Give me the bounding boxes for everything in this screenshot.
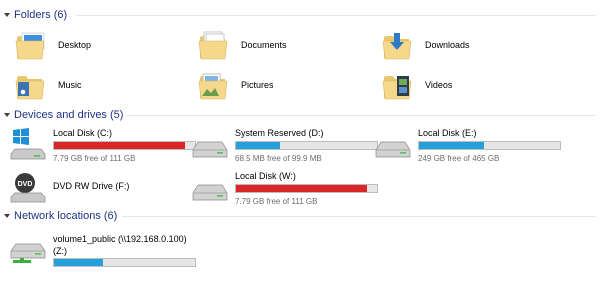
windows-drive-icon: [10, 128, 46, 160]
folder-item-pictures[interactable]: Pictures: [197, 68, 274, 102]
videos-folder-icon: [382, 76, 412, 100]
section-divider: [126, 115, 596, 116]
documents-folder-icon: [198, 31, 228, 60]
pictures-folder-icon: [198, 73, 228, 100]
drive-usage-fill: [236, 142, 280, 149]
folder-label: Downloads: [425, 40, 470, 50]
network-drive-letter: (Z:): [53, 246, 67, 256]
drive-name: System Reserved (D:): [235, 128, 324, 138]
drive-usage-bar: [418, 141, 561, 150]
music-folder-icon: [15, 76, 45, 100]
drive-free-space: 7.79 GB free of 111 GB: [235, 197, 318, 206]
network-drive-name: volume1_public (\\192.168.0.100): [53, 234, 187, 244]
folder-item-desktop[interactable]: Desktop: [14, 28, 91, 62]
hard-drive-icon: [192, 184, 228, 201]
folder-item-music[interactable]: Music: [14, 68, 82, 102]
network-section-title: Network locations (6): [14, 210, 118, 222]
svg-text:DVD: DVD: [18, 181, 33, 188]
section-divider: [76, 15, 596, 16]
drive-name: Local Disk (W:): [235, 171, 296, 181]
dvd-drive-icon: DVD: [10, 173, 46, 203]
devices-section-header[interactable]: Devices and drives (5): [2, 107, 123, 123]
hard-drive-icon: [375, 141, 411, 158]
drive-name: Local Disk (C:): [53, 128, 113, 138]
chevron-down-icon[interactable]: [2, 10, 12, 20]
drive-usage-bar: [235, 184, 378, 193]
drive-usage-fill: [419, 142, 484, 149]
drive-free-space: 68.5 MB free of 99.9 MB: [235, 154, 322, 163]
folder-label: Documents: [241, 40, 287, 50]
folder-label: Desktop: [58, 40, 92, 50]
chevron-down-icon[interactable]: [2, 110, 12, 120]
drive-name: DVD RW Drive (F:): [53, 181, 130, 191]
drive-usage-fill: [54, 259, 104, 266]
drive-name: Local Disk (E:): [418, 128, 477, 138]
folder-label: Pictures: [241, 80, 274, 90]
drive-usage-bar: [53, 141, 196, 150]
drive-free-space: 7.79 GB free of 111 GB: [53, 154, 136, 163]
drive-usage-bar: [53, 258, 196, 267]
devices-section-title: Devices and drives (5): [14, 109, 124, 121]
folders-section-header[interactable]: Folders (6): [2, 7, 67, 23]
folder-item-documents[interactable]: Documents: [197, 28, 287, 62]
folder-item-videos[interactable]: Videos: [381, 68, 452, 102]
network-section-header[interactable]: Network locations (6): [2, 208, 117, 224]
drive-usage-fill: [54, 142, 186, 149]
hard-drive-icon: [192, 141, 228, 158]
drive-usage-bar: [235, 141, 378, 150]
folder-label: Videos: [425, 80, 453, 90]
section-divider: [122, 216, 596, 217]
desktop-folder-icon: [15, 32, 45, 60]
drive-free-space: 249 GB free of 465 GB: [418, 154, 500, 163]
folder-item-downloads[interactable]: Downloads: [381, 28, 470, 62]
folders-section-title: Folders (6): [14, 9, 68, 21]
chevron-down-icon[interactable]: [2, 211, 12, 221]
folder-label: Music: [58, 80, 82, 90]
downloads-folder-icon: [382, 33, 412, 60]
network-drive-icon: [10, 243, 46, 263]
drive-usage-fill: [236, 185, 368, 192]
